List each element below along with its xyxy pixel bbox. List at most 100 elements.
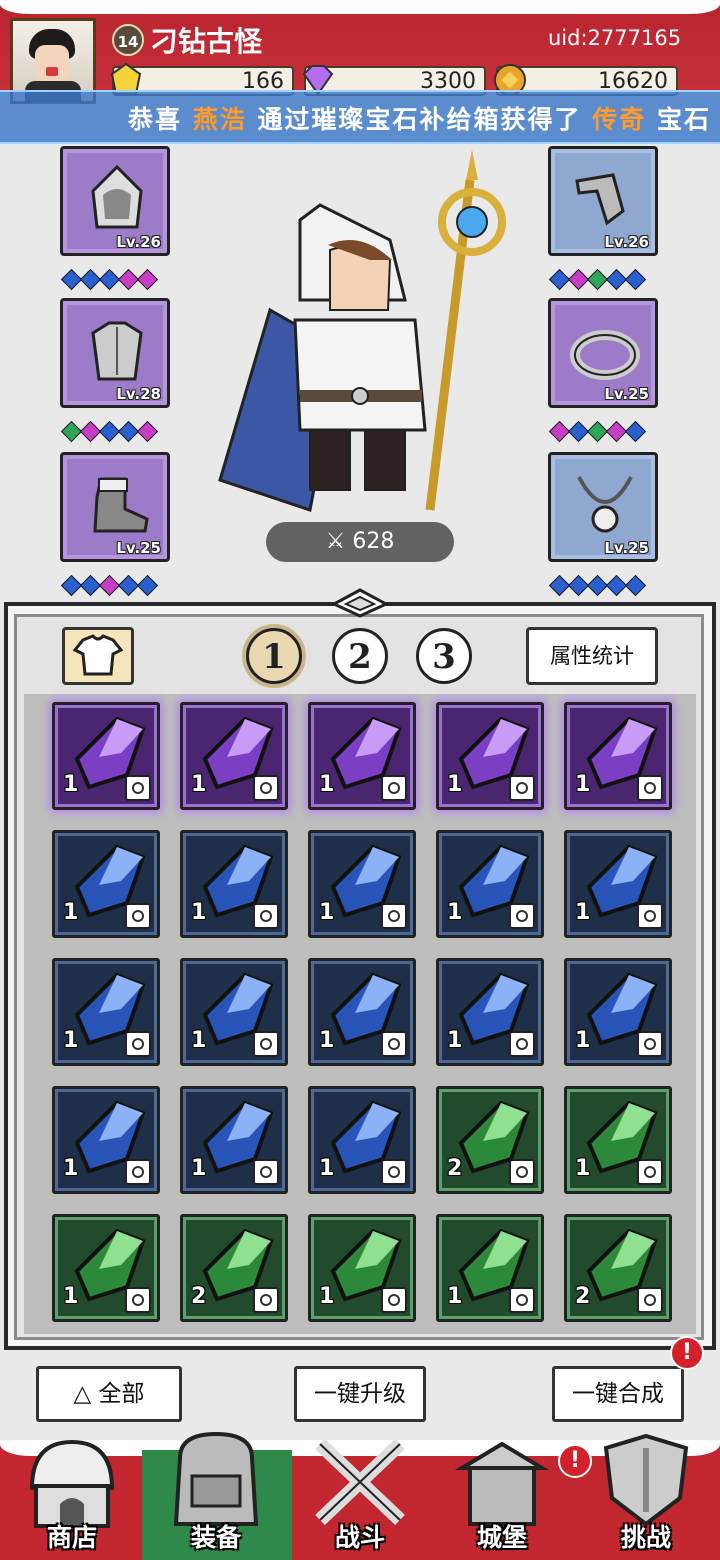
equip-type-icon [637,775,663,801]
equip-slot-ring[interactable]: Lv.25 [548,298,658,408]
nav-equipment[interactable]: 装备 [146,1428,286,1560]
equip-type-icon [509,1031,535,1057]
equip-type-icon [637,1159,663,1185]
gem-slot[interactable]: 1 [52,958,160,1066]
equip-type-icon [381,775,407,801]
page-tab-2[interactable]: 2 [332,628,388,684]
ticker-suffix: 宝石 [656,105,711,134]
nav-challenge-label: 挑战 [620,1523,671,1552]
equip-type-icon [637,1287,663,1313]
crossed-swords-icon [315,1438,405,1526]
gem-slot[interactable]: 1 [52,830,160,938]
arrow-up-icon: △ [73,1381,92,1407]
gem-slot[interactable]: 1 [436,702,544,810]
wardrobe-button[interactable] [62,627,134,685]
gem-slot[interactable]: 1 [564,958,672,1066]
equip-type-icon [253,775,279,801]
equip-level: Lv.28 [116,385,161,403]
gem-count: 1 [447,1028,463,1053]
gem-slot[interactable]: 1 [308,702,416,810]
gem-slot[interactable]: 2 [564,1214,672,1322]
equip-type-icon [509,1159,535,1185]
page-tab-3[interactable]: 3 [416,628,472,684]
gem-count: 2 [575,1284,591,1309]
hero-character[interactable] [200,150,520,530]
player-uid: uid:2777165 [548,26,682,50]
gem-slot[interactable]: 1 [180,830,288,938]
gem-count: 1 [447,1284,463,1309]
combat-power: ⚔ 628 [266,522,454,562]
gem-slot[interactable]: 1 [52,1214,160,1322]
equip-slot-head[interactable]: Lv.26 [60,146,170,256]
castle-notification-badge: ! [558,1444,592,1478]
gem-slot[interactable]: 1 [308,958,416,1066]
attribute-stats-button[interactable]: 属性统计 [526,627,658,685]
gem-count: 1 [447,772,463,797]
equip-level: Lv.25 [604,385,649,403]
gem-slot[interactable]: 1 [564,830,672,938]
gem-slot[interactable]: 1 [52,702,160,810]
gem-count: 1 [319,1028,335,1053]
gem-slot[interactable]: 1 [308,1214,416,1322]
equip-type-icon [509,1287,535,1313]
armor-icon [91,321,143,381]
shirt-icon [72,634,124,676]
gem-slot[interactable]: 1 [564,702,672,810]
gem-count: 1 [63,900,79,925]
gem-slot[interactable]: 1 [436,830,544,938]
filter-all-button[interactable]: △ 全部 [36,1366,182,1422]
equip-type-icon [125,775,151,801]
equip-slot-boots[interactable]: Lv.25 [60,452,170,562]
gem-slot[interactable]: 1 [180,1086,288,1194]
gem-count: 1 [319,772,335,797]
ticker-prefix: 恭喜 [128,105,183,134]
ticker-rarity: 传奇 [592,105,647,134]
equip-level: Lv.26 [604,233,649,251]
gem-sockets [60,574,159,597]
equip-level: Lv.26 [116,233,161,251]
castle-icon [454,1441,550,1526]
gem-count: 1 [575,900,591,925]
gem-count: 1 [191,900,207,925]
gem-count: 1 [319,1156,335,1181]
nav-battle[interactable]: 战斗 [290,1428,430,1560]
equip-level: Lv.25 [604,539,649,557]
nav-challenge[interactable]: 挑战 [576,1428,716,1560]
equip-slot-armor[interactable]: Lv.28 [60,298,170,408]
equip-type-icon [509,903,535,929]
equip-slot-bracer[interactable]: Lv.26 [548,146,658,256]
gem-slot[interactable]: 1 [436,958,544,1066]
shop-icon [29,1439,115,1528]
equip-slot-necklace[interactable]: Lv.25 [548,452,658,562]
equip-type-icon [125,1031,151,1057]
gem-count: 2 [447,1156,463,1181]
nav-castle[interactable]: 城堡 [432,1428,572,1560]
nav-castle-label: 城堡 [476,1523,527,1552]
gem-count: 1 [191,1156,207,1181]
gem-count: 1 [319,1284,335,1309]
merge-all-button[interactable]: 一键合成 [552,1366,684,1422]
gem-count: 1 [63,772,79,797]
gem-sockets [548,420,647,443]
gem-slot[interactable]: 1 [52,1086,160,1194]
equip-type-icon [125,1287,151,1313]
announcement-ticker: 恭喜 燕浩 通过璀璨宝石补给箱获得了 传奇 宝石 [0,90,720,144]
gem-slot[interactable]: 1 [180,702,288,810]
gem-slot[interactable]: 2 [180,1214,288,1322]
gem-slot[interactable]: 1 [308,1086,416,1194]
gem-slot[interactable]: 1 [564,1086,672,1194]
ring-icon [570,330,640,380]
equip-type-icon [125,1159,151,1185]
upgrade-all-button[interactable]: 一键升级 [294,1366,426,1422]
equip-type-icon [381,1287,407,1313]
page-tab-1[interactable]: 1 [246,628,302,684]
equip-type-icon [253,1031,279,1057]
gem-slot[interactable]: 1 [308,830,416,938]
nav-shop[interactable]: 商店 [2,1428,142,1560]
panel-ornament [330,588,390,618]
gem-slot[interactable]: 1 [436,1214,544,1322]
gem-slot[interactable]: 1 [180,958,288,1066]
equip-type-icon [253,903,279,929]
equip-type-icon [253,1287,279,1313]
gem-slot[interactable]: 2 [436,1086,544,1194]
